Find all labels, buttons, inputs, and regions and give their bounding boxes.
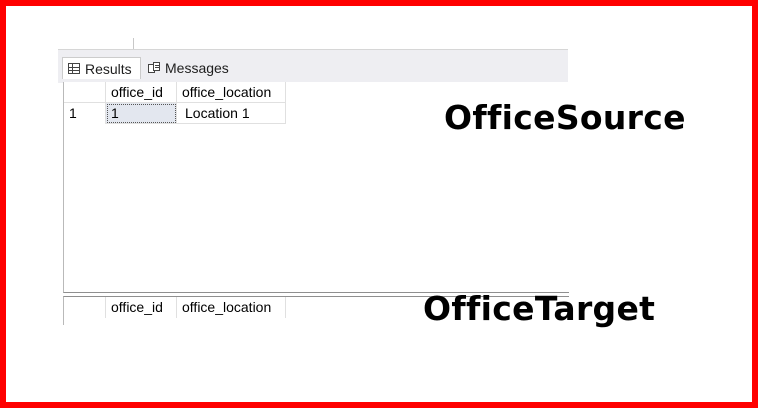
column-header-office-location[interactable]: office_location	[177, 82, 286, 103]
messages-icon	[148, 62, 160, 74]
column-header-office-id[interactable]: office_id	[106, 82, 177, 103]
cell-office-location[interactable]: Location 1	[177, 103, 286, 124]
tab-results-label: Results	[85, 60, 132, 77]
ssms-results-panel: Results Messages office_id office_locati…	[58, 38, 569, 325]
results-tab-bar: Results Messages	[58, 49, 568, 83]
grid-corner[interactable]	[64, 82, 106, 103]
tab-messages[interactable]: Messages	[143, 57, 235, 79]
caption-office-target: OfficeTarget	[423, 289, 656, 328]
row-number[interactable]: 1	[64, 103, 106, 124]
tab-results[interactable]: Results	[62, 57, 141, 79]
grid-icon	[68, 63, 80, 74]
cell-office-id[interactable]: 1	[106, 103, 177, 124]
toolbar-fragment	[58, 38, 134, 49]
column-header-office-id[interactable]: office_id	[106, 297, 177, 318]
column-header-office-location[interactable]: office_location	[177, 297, 286, 318]
grid-corner[interactable]	[64, 297, 106, 318]
caption-office-source: OfficeSource	[444, 98, 686, 137]
tab-messages-label: Messages	[165, 60, 229, 76]
